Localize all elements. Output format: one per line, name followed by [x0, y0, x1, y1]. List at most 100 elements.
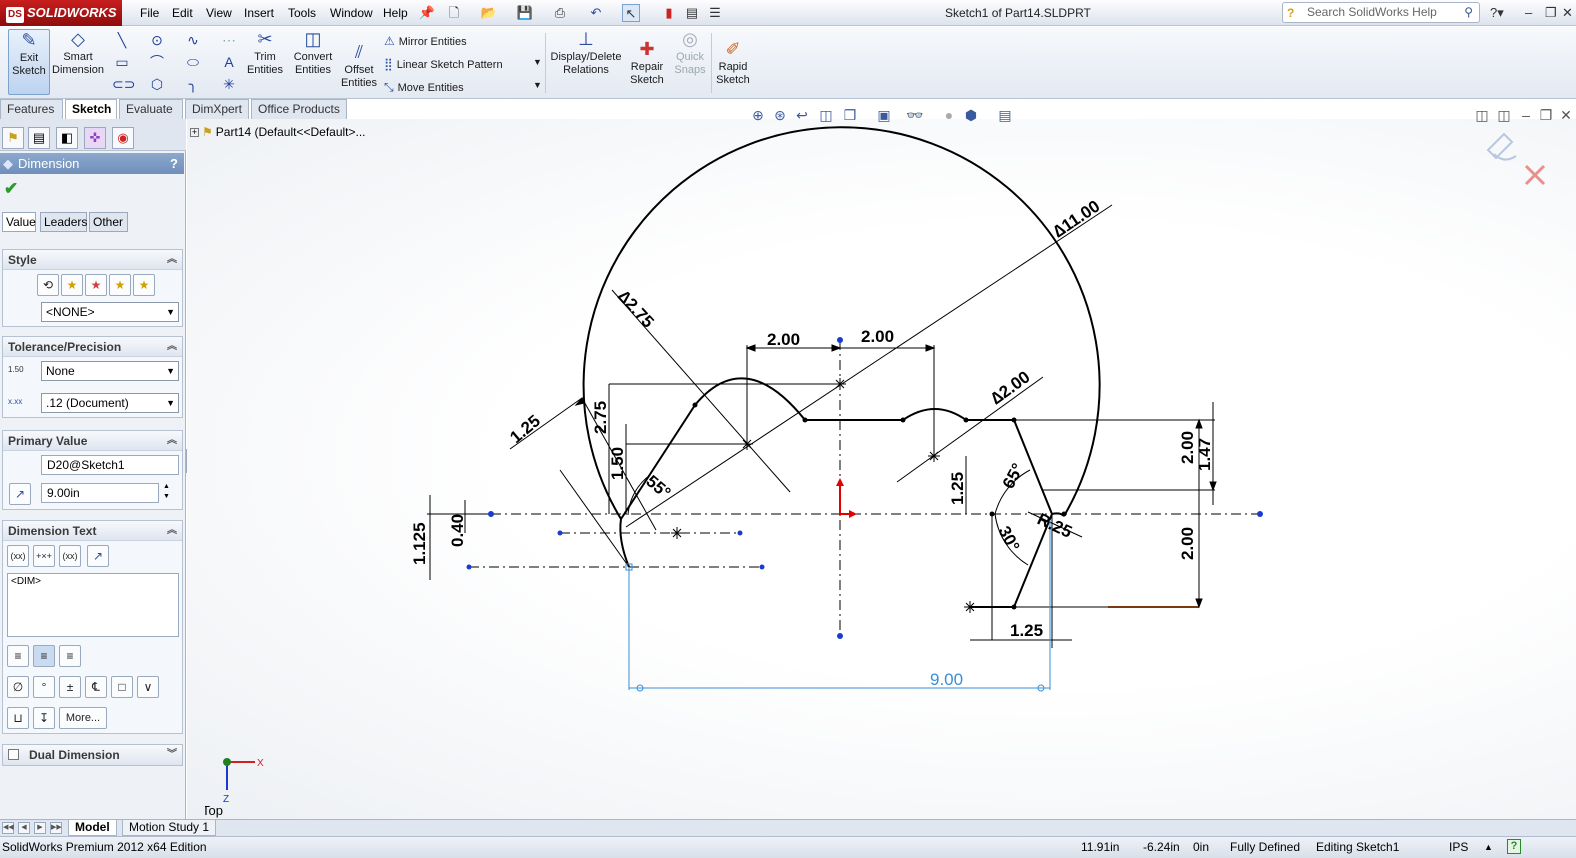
dim-d200[interactable]: ∆2.00: [987, 367, 1033, 408]
center-marks[interactable]: [671, 378, 976, 613]
sketch-vertices[interactable]: [692, 402, 1067, 610]
print-icon[interactable]: ⎙: [551, 4, 569, 22]
menu-view[interactable]: View: [206, 6, 232, 20]
tab-model[interactable]: Model: [68, 820, 117, 836]
centerline-symbol-icon[interactable]: ℄: [85, 676, 107, 698]
dim-top-left-200[interactable]: 2.00: [767, 330, 800, 349]
rapid-sketch-button[interactable]: ✐ Rapid Sketch: [714, 39, 752, 87]
align-left-icon[interactable]: ≡: [7, 645, 29, 667]
dim-mid-125[interactable]: 1.25: [948, 472, 967, 505]
polygon-icon[interactable]: ⬡: [147, 74, 167, 94]
countersink-symbol-icon[interactable]: ∨: [137, 676, 159, 698]
construction-geometry-icon[interactable]: ⋯: [219, 30, 239, 50]
restore-icon[interactable]: ❐: [1545, 5, 1557, 21]
dim-driven-900[interactable]: 9.00: [930, 670, 963, 689]
depth-symbol-icon[interactable]: ↧: [33, 707, 55, 729]
menu-edit[interactable]: Edit: [172, 6, 193, 20]
rebuild-icon[interactable]: ▮: [660, 4, 678, 22]
exit-sketch-button[interactable]: ✎ Exit Sketch: [8, 29, 50, 95]
menu-insert[interactable]: Insert: [244, 6, 274, 20]
menu-window[interactable]: Window: [330, 6, 373, 20]
minimize-icon[interactable]: –: [1525, 5, 1532, 20]
dim-left-125[interactable]: 1.25: [506, 411, 544, 447]
magnifier-icon[interactable]: ⚲: [1464, 3, 1473, 22]
pin-icon[interactable]: 📌: [418, 4, 436, 22]
help-button[interactable]: ?: [170, 153, 178, 174]
align-center-icon[interactable]: ≡: [33, 645, 55, 667]
dim-bottom-125[interactable]: 1.25: [1010, 621, 1043, 640]
close-icon[interactable]: ✕: [1562, 5, 1573, 21]
menu-file[interactable]: File: [140, 6, 159, 20]
dimension-name-field[interactable]: D20@Sketch1: [41, 455, 179, 475]
subtab-other[interactable]: Other: [89, 212, 128, 232]
expand-icon[interactable]: ︾: [167, 745, 177, 765]
quick-snaps-button[interactable]: ◎ Quick Snaps: [672, 29, 708, 77]
undo-icon[interactable]: ↶: [587, 4, 605, 22]
circle-icon[interactable]: ⊙: [147, 30, 167, 50]
dim-right-147[interactable]: 1.47: [1195, 438, 1214, 471]
dim-angle-30[interactable]: 30°: [994, 523, 1023, 555]
load-style-icon[interactable]: ★: [133, 274, 155, 296]
dual-dimension-heading[interactable]: Dual Dimension ︾: [3, 745, 182, 765]
ok-check-icon[interactable]: ✔: [4, 179, 18, 199]
tab-features[interactable]: Features: [0, 99, 63, 119]
dim-left-150[interactable]: 1.50: [608, 447, 627, 480]
subtab-value[interactable]: Value: [2, 212, 36, 232]
arc-icon[interactable]: ⌒: [147, 52, 167, 72]
outer-circle-arc[interactable]: [582, 126, 1101, 520]
fillet-icon[interactable]: ╮: [183, 74, 203, 94]
dim-left-275[interactable]: 2.75: [591, 401, 610, 434]
cancel-x-icon[interactable]: [1524, 164, 1546, 186]
offset-entities-button[interactable]: ⫽ Offset Entities: [339, 42, 379, 90]
dimension-value-input[interactable]: 9.00in: [41, 483, 159, 503]
inspection-dimension-icon[interactable]: (xx): [59, 545, 81, 567]
collapse-icon[interactable]: ︽: [167, 521, 177, 541]
add-style-icon[interactable]: ★: [61, 274, 83, 296]
dim-line-d1100[interactable]: [625, 204, 1113, 528]
prev-tab-icon[interactable]: ◀: [18, 822, 30, 834]
add-parentheses-icon[interactable]: (xx): [7, 545, 29, 567]
collapse-icon[interactable]: ︽: [167, 250, 177, 270]
ellipse-icon[interactable]: ⬭: [183, 52, 203, 72]
point-icon[interactable]: ✳: [219, 74, 239, 94]
plus-minus-symbol-icon[interactable]: ±: [59, 676, 81, 698]
repair-sketch-button[interactable]: ✚ Repair Sketch: [628, 39, 666, 87]
dim-d1100[interactable]: ∆11.00: [1050, 196, 1104, 241]
dual-dimension-checkbox[interactable]: [8, 749, 19, 760]
collapse-icon[interactable]: ︽: [167, 337, 177, 357]
tab-dimxpert[interactable]: DimXpert: [185, 99, 249, 119]
primary-value-heading[interactable]: Primary Value ︽: [3, 431, 182, 451]
menu-tools[interactable]: Tools: [288, 6, 316, 20]
property-manager-tab-icon[interactable]: ▤: [28, 127, 50, 149]
rectangle-icon[interactable]: ▭: [112, 52, 132, 72]
style-heading[interactable]: Style ︽: [3, 250, 182, 270]
display-delete-relations-button[interactable]: ⊥ Display/Delete Relations: [550, 29, 622, 77]
style-select[interactable]: <NONE> ▼: [41, 302, 179, 322]
text-icon[interactable]: A: [219, 52, 239, 72]
dim-right-200-bottom[interactable]: 2.00: [1178, 527, 1197, 560]
menu-help[interactable]: Help: [383, 6, 408, 20]
display-manager-tab-icon[interactable]: ◉: [112, 127, 134, 149]
help-icon[interactable]: ?▾: [1490, 5, 1504, 21]
save-style-icon[interactable]: ★: [109, 274, 131, 296]
dimension-text-heading[interactable]: Dimension Text ︽: [3, 521, 182, 541]
dimxpert-manager-tab-icon[interactable]: ✜: [84, 127, 106, 149]
smart-dimension-button[interactable]: ◇ Smart Dimension: [52, 29, 104, 95]
trim-entities-button[interactable]: ✂ Trim Entities: [245, 29, 285, 77]
left-arc[interactable]: [694, 377, 806, 421]
configuration-manager-tab-icon[interactable]: ◧: [56, 127, 78, 149]
pattern-dropdown-icon[interactable]: ▼: [533, 57, 542, 67]
apply-default-style-icon[interactable]: ⟲: [37, 274, 59, 296]
tab-evaluate[interactable]: Evaluate: [119, 99, 183, 119]
dimension-text-field[interactable]: <DIM>: [7, 573, 179, 637]
select-arrow-icon[interactable]: ↖: [622, 4, 640, 22]
tab-office-products[interactable]: Office Products: [251, 99, 347, 119]
move-dropdown-icon[interactable]: ▼: [533, 80, 542, 90]
linear-sketch-pattern-button[interactable]: ⣿ Linear Sketch Pattern: [384, 57, 503, 71]
collapse-icon[interactable]: ︽: [167, 431, 177, 451]
move-entities-button[interactable]: ⤡ Move Entities: [384, 80, 464, 95]
tolerance-type-select[interactable]: None ▼: [41, 361, 179, 381]
line-icon[interactable]: ╲: [112, 30, 132, 50]
degree-symbol-icon[interactable]: °: [33, 676, 55, 698]
dim-angle-65[interactable]: 65°: [999, 460, 1028, 492]
